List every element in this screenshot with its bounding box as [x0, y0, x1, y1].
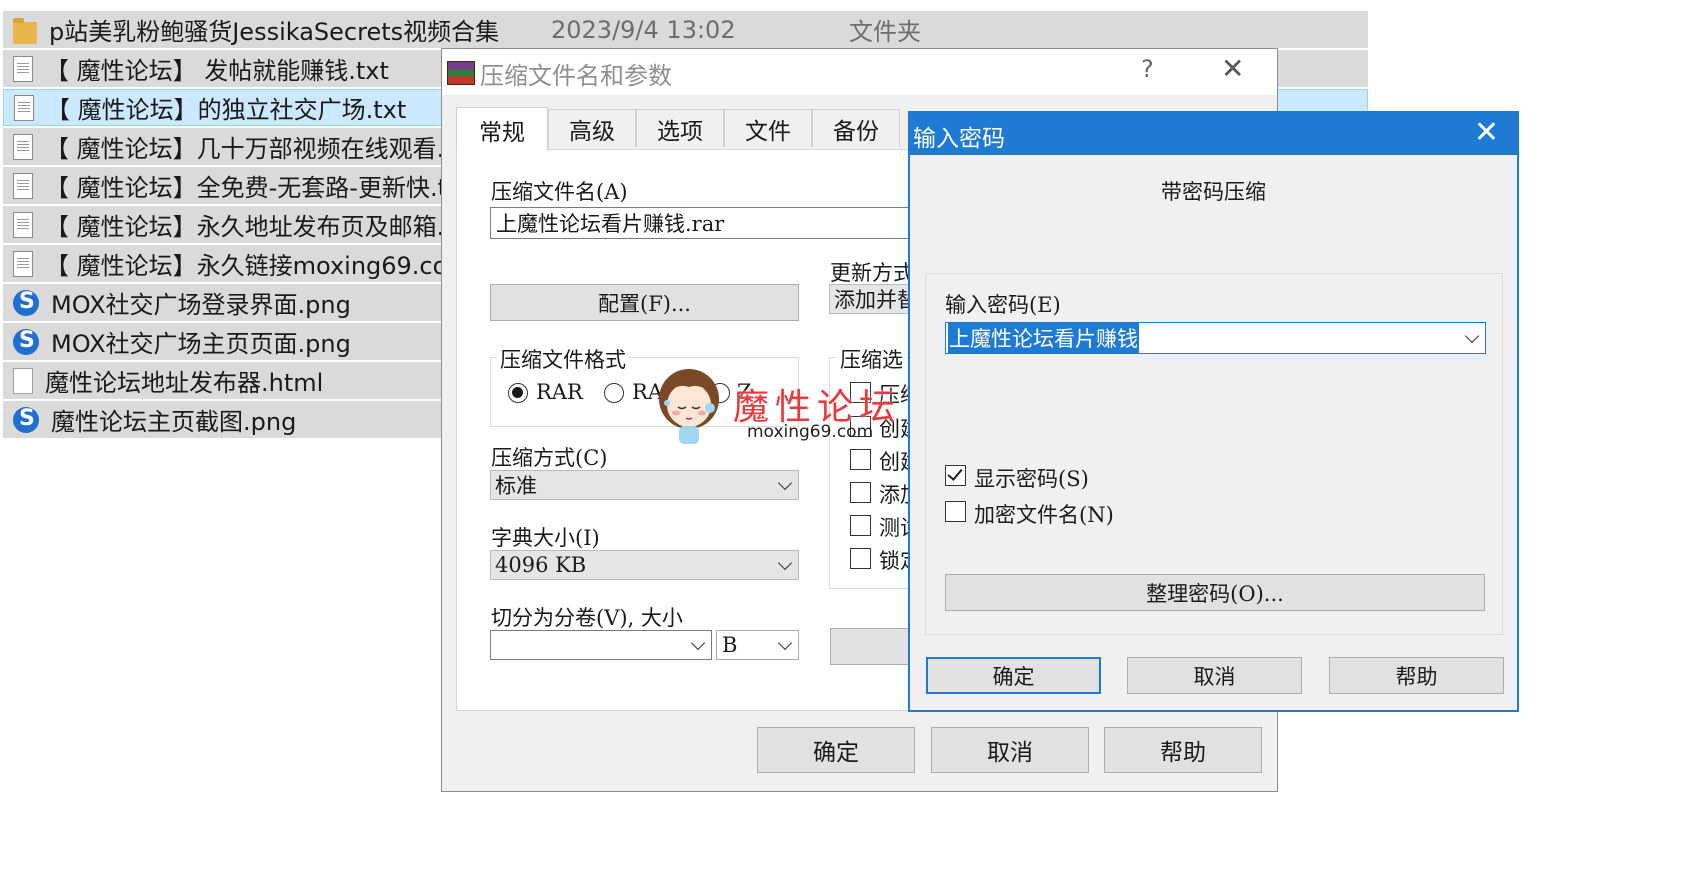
- file-row-folder[interactable]: p站美乳粉鲍骚货JessikaSecrets视频合集 2023/9/4 13:0…: [3, 11, 1368, 50]
- file-name: MOX社交广场登录界面.png: [51, 291, 351, 319]
- text-file-icon: [13, 133, 33, 160]
- image-file-icon: [13, 328, 39, 355]
- archive-options-label: 压缩选: [837, 344, 906, 374]
- image-file-icon: [13, 289, 39, 316]
- dialog-titlebar: 压缩文件名和参数 ? ✕: [442, 49, 1277, 95]
- file-name: 魔性论坛主页截图.png: [51, 408, 297, 436]
- text-file-icon: [13, 250, 33, 277]
- split-unit-select[interactable]: B: [716, 630, 799, 660]
- update-mode-label: 更新方式: [830, 261, 914, 285]
- help-icon[interactable]: ?: [1141, 55, 1154, 83]
- show-password-checkbox[interactable]: [945, 465, 966, 486]
- text-file-icon: [13, 172, 33, 199]
- chevron-down-icon: [777, 555, 793, 571]
- tab-files[interactable]: 文件: [724, 109, 812, 147]
- tab-advanced[interactable]: 高级: [548, 109, 636, 147]
- format-rar-radio[interactable]: [508, 383, 528, 403]
- text-file-icon: [13, 55, 33, 82]
- password-dialog-title: 输入密码: [913, 126, 1005, 152]
- file-name: MOX社交广场主页页面.png: [51, 330, 351, 358]
- option-checkbox[interactable]: [850, 449, 871, 470]
- html-file-icon: [13, 367, 33, 394]
- password-value: 上魔性论坛看片赚钱: [948, 323, 1139, 353]
- file-name: 【 魔性论坛】 发帖就能赚钱.txt: [45, 57, 389, 85]
- split-size-input[interactable]: [490, 630, 712, 660]
- file-name: 【 魔性论坛】全免费-无套路-更新快.txt: [45, 174, 471, 202]
- file-name: 【 魔性论坛】永久地址发布页及邮箱.txt: [45, 213, 478, 241]
- text-file-icon: [13, 211, 33, 238]
- split-volumes-label: 切分为分卷(V), 大小: [491, 606, 683, 630]
- tab-options[interactable]: 选项: [636, 109, 724, 147]
- watermark-url: moxing69.com: [747, 422, 874, 442]
- winrar-icon: [447, 61, 475, 85]
- close-icon[interactable]: ✕: [1474, 115, 1499, 150]
- option-checkbox[interactable]: [850, 482, 871, 503]
- archive-format-label: 压缩文件格式: [497, 344, 629, 374]
- dictionary-size-value: 4096 KB: [495, 553, 587, 577]
- dictionary-size-select[interactable]: 4096 KB: [490, 550, 799, 580]
- password-input[interactable]: 上魔性论坛看片赚钱: [945, 322, 1486, 354]
- folder-icon: [13, 17, 37, 44]
- show-password-label: 显示密码(S): [974, 467, 1089, 491]
- compression-method-value: 标准: [495, 474, 537, 498]
- password-ok-button[interactable]: 确定: [926, 657, 1101, 694]
- password-help-button[interactable]: 帮助: [1329, 657, 1504, 694]
- split-unit-value: B: [722, 633, 738, 657]
- dialog-title: 压缩文件名和参数: [480, 62, 672, 90]
- cartoon-girl-logo: [659, 369, 719, 444]
- profiles-button[interactable]: 配置(F)...: [490, 284, 799, 321]
- help-button[interactable]: 帮助: [1104, 727, 1262, 773]
- chevron-down-icon: [1464, 328, 1480, 344]
- cancel-button[interactable]: 取消: [931, 727, 1089, 773]
- file-name: 【 魔性论坛】永久链接moxing69.com.t: [45, 252, 488, 280]
- tab-backup[interactable]: 备份: [812, 109, 900, 147]
- file-type: 文件夹: [849, 18, 921, 46]
- chevron-down-icon: [777, 635, 793, 651]
- password-dialog-subtitle: 带密码压缩: [1161, 180, 1266, 204]
- password-dialog-titlebar: 输入密码 ✕: [910, 113, 1517, 155]
- organize-passwords-button[interactable]: 整理密码(O)...: [945, 574, 1485, 611]
- file-date: 2023/9/4 13:02: [551, 15, 736, 44]
- dictionary-size-label: 字典大小(I): [491, 526, 600, 550]
- close-icon[interactable]: ✕: [1221, 52, 1244, 85]
- chevron-down-icon: [777, 475, 793, 491]
- image-file-icon: [13, 406, 39, 433]
- file-name: p站美乳粉鲍骚货JessikaSecrets视频合集: [49, 18, 500, 46]
- option-checkbox[interactable]: [850, 515, 871, 536]
- chevron-down-icon: [690, 635, 706, 651]
- password-label: 输入密码(E): [945, 293, 1061, 317]
- option-checkbox[interactable]: [850, 548, 871, 569]
- text-file-icon: [14, 94, 34, 121]
- encrypt-filenames-label: 加密文件名(N): [974, 503, 1114, 527]
- format-rar5-radio[interactable]: [604, 383, 624, 403]
- file-name: 【 魔性论坛】几十万部视频在线观看.txt: [45, 135, 478, 163]
- archive-name-input[interactable]: 上魔性论坛看片赚钱.rar: [490, 207, 970, 239]
- tab-general[interactable]: 常规: [456, 107, 548, 151]
- encrypt-filenames-checkbox[interactable]: [945, 501, 966, 522]
- file-name: 【 魔性论坛】的独立社交广场.txt: [46, 96, 407, 124]
- password-dialog: 输入密码 ✕ 带密码压缩 输入密码(E) 上魔性论坛看片赚钱 显示密码(S) 加…: [908, 111, 1519, 712]
- format-rar-label: RAR: [536, 380, 583, 404]
- password-cancel-button[interactable]: 取消: [1127, 657, 1302, 694]
- ok-button[interactable]: 确定: [757, 727, 915, 773]
- file-name: 魔性论坛地址发布器.html: [45, 369, 324, 397]
- archive-name-label: 压缩文件名(A): [491, 180, 628, 204]
- compression-method-select[interactable]: 标准: [490, 470, 799, 500]
- compression-method-label: 压缩方式(C): [491, 446, 608, 470]
